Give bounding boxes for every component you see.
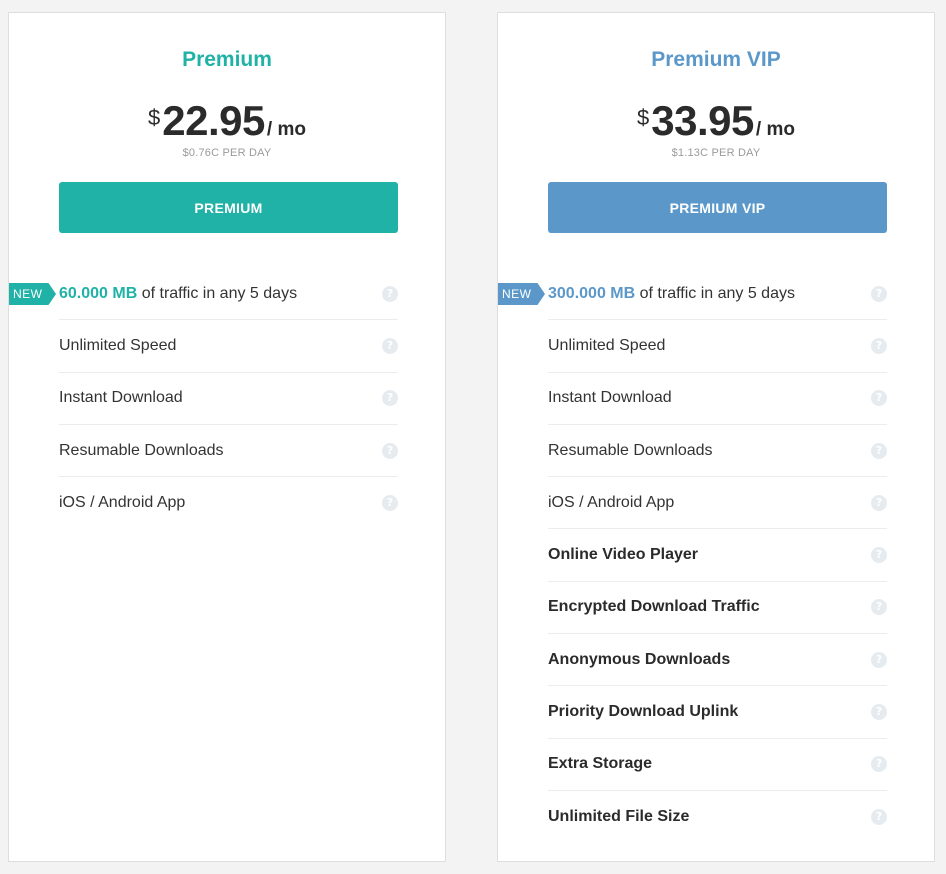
feature-label: Resumable Downloads	[59, 441, 224, 459]
feature-item: Instant Download ?	[548, 373, 887, 425]
help-icon[interactable]: ?	[871, 599, 887, 616]
feature-item: Extra Storage ?	[548, 739, 887, 791]
plan-title: Premium VIP	[651, 48, 781, 71]
price-period: / mo	[266, 119, 306, 140]
traffic-description: of traffic in any 5 days	[141, 284, 298, 302]
feature-item: Resumable Downloads ?	[59, 425, 398, 478]
feature-item: Resumable Downloads ?	[548, 425, 887, 478]
traffic-amount: 60.000 MB	[59, 284, 138, 302]
feature-item: Priority Download Uplink ?	[548, 686, 887, 739]
feature-list: NEW 60.000 MB of traffic in any 5 days ?…	[9, 268, 398, 529]
feature-label: Unlimited File Size	[548, 808, 690, 826]
help-icon[interactable]: ?	[871, 494, 887, 511]
help-icon[interactable]: ?	[871, 390, 887, 407]
feature-item: Online Video Player ?	[548, 529, 887, 582]
feature-list: NEW 300.000 MB of traffic in any 5 days …	[498, 268, 887, 843]
feature-item: iOS / Android App ?	[59, 477, 398, 529]
price-currency: $	[148, 105, 161, 130]
price: $33.95/ mo	[498, 97, 934, 145]
help-icon[interactable]: ?	[871, 651, 887, 668]
feature-label: Unlimited Speed	[59, 336, 177, 354]
help-icon[interactable]: ?	[382, 390, 398, 407]
help-icon[interactable]: ?	[871, 756, 887, 773]
price-amount: 33.95	[651, 97, 754, 144]
help-icon[interactable]: ?	[871, 704, 887, 721]
feature-label: Extra Storage	[548, 755, 653, 773]
help-icon[interactable]: ?	[871, 337, 887, 354]
feature-label: Anonymous Downloads	[548, 650, 731, 668]
feature-item: Instant Download ?	[59, 373, 398, 425]
price-period: / mo	[755, 119, 795, 140]
plan-card-premium: Premium $22.95/ mo $0.76C PER DAY PREMIU…	[8, 12, 446, 862]
price-currency: $	[637, 105, 650, 130]
new-badge: NEW	[9, 283, 56, 305]
premium-vip-button[interactable]: PREMIUM VIP	[548, 182, 887, 233]
feature-traffic: NEW 60.000 MB of traffic in any 5 days ?	[9, 268, 398, 321]
help-icon[interactable]: ?	[382, 337, 398, 354]
feature-item: Anonymous Downloads ?	[548, 634, 887, 687]
new-badge: NEW	[498, 283, 545, 305]
help-icon[interactable]: ?	[871, 809, 887, 826]
feature-label: Instant Download	[548, 389, 672, 407]
feature-label: Online Video Player	[548, 546, 698, 564]
feature-label: Encrypted Download Traffic	[548, 598, 760, 616]
plan-card-premium-vip: Premium VIP $33.95/ mo $1.13C PER DAY PR…	[497, 12, 935, 862]
help-icon[interactable]: ?	[382, 495, 398, 512]
price-per-day: $1.13C PER DAY	[671, 147, 761, 159]
premium-button[interactable]: PREMIUM	[59, 182, 398, 233]
feature-traffic: NEW 300.000 MB of traffic in any 5 days …	[498, 268, 887, 321]
help-icon[interactable]: ?	[871, 285, 887, 302]
price-per-day: $0.76C PER DAY	[182, 147, 272, 159]
feature-label: Unlimited Speed	[548, 336, 666, 354]
feature-item: iOS / Android App ?	[548, 477, 887, 530]
help-icon[interactable]: ?	[871, 547, 887, 564]
help-icon[interactable]: ?	[382, 285, 398, 302]
help-icon[interactable]: ?	[871, 442, 887, 459]
feature-label: iOS / Android App	[548, 493, 675, 511]
feature-label: iOS / Android App	[59, 494, 186, 512]
feature-item: Unlimited Speed ?	[548, 320, 887, 373]
feature-item: Unlimited File Size ?	[548, 791, 887, 843]
help-icon[interactable]: ?	[382, 442, 398, 459]
feature-item: Unlimited Speed ?	[59, 320, 398, 373]
feature-label: Resumable Downloads	[548, 441, 713, 459]
feature-label: Instant Download	[59, 389, 183, 407]
feature-item: Encrypted Download Traffic ?	[548, 582, 887, 635]
traffic-amount: 300.000 MB	[548, 284, 636, 302]
plan-title: Premium	[182, 48, 272, 71]
price: $22.95/ mo	[9, 97, 445, 145]
price-amount: 22.95	[162, 97, 265, 144]
feature-label: Priority Download Uplink	[548, 703, 739, 721]
traffic-description: of traffic in any 5 days	[639, 284, 795, 302]
